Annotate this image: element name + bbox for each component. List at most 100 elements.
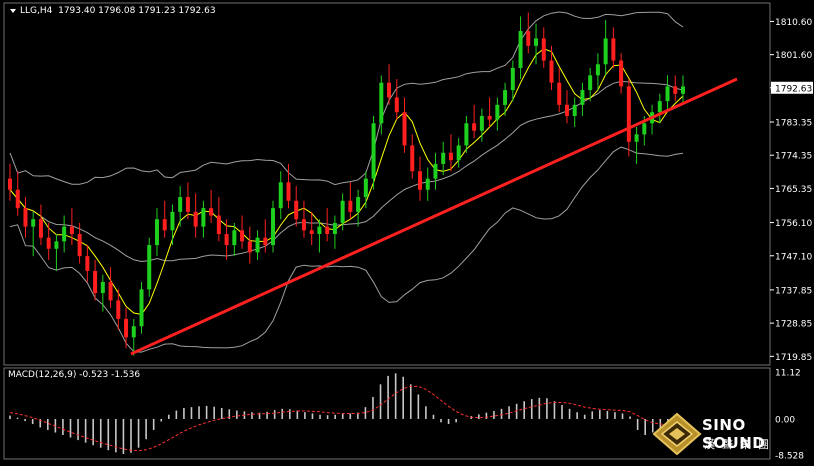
candle-body — [62, 226, 67, 242]
candle-body — [472, 123, 477, 131]
candle-body — [340, 200, 345, 223]
candle — [46, 222, 51, 260]
candle — [348, 182, 353, 220]
candle — [8, 163, 12, 201]
chart-frame — [3, 2, 771, 460]
candle-body — [93, 270, 98, 294]
candle — [15, 171, 20, 216]
candle-body — [595, 64, 600, 76]
candle — [472, 104, 477, 139]
candle-body — [441, 152, 446, 164]
candle-body — [271, 208, 276, 246]
candle — [247, 226, 252, 264]
candle — [178, 186, 183, 227]
candle-body — [665, 86, 670, 102]
candle-body — [456, 145, 461, 161]
candle-body — [348, 200, 353, 212]
candle-body — [240, 230, 245, 242]
candle-body — [626, 86, 631, 142]
candle — [402, 97, 407, 153]
candle — [580, 82, 585, 116]
candle — [557, 67, 562, 113]
candle-body — [619, 60, 624, 87]
candle — [673, 75, 678, 102]
candle-body — [603, 38, 608, 65]
candle-body — [510, 67, 515, 91]
candle — [425, 167, 430, 201]
candle-body — [23, 208, 28, 227]
candle — [154, 208, 159, 257]
bollinger-lower — [9, 146, 684, 353]
candle — [595, 53, 600, 91]
candle — [356, 189, 361, 227]
y-tick-label: 1783.35 — [775, 119, 812, 129]
macd-label: MACD(12,26,9) -0.523 -1.536 — [8, 370, 141, 380]
candle-body — [232, 230, 237, 246]
candle-body — [448, 152, 453, 161]
candle-body — [15, 189, 20, 209]
candle-body — [301, 219, 306, 231]
dropdown-triangle-icon[interactable] — [10, 8, 16, 13]
sino-sound-logo: SINO SOUND 漢聲集團 — [650, 408, 814, 462]
candle — [634, 126, 639, 164]
candle — [301, 200, 306, 238]
candle — [309, 211, 314, 246]
candle — [441, 141, 446, 175]
candle — [526, 12, 531, 54]
trendline-group — [130, 77, 738, 356]
candle-body — [518, 31, 523, 68]
logo-emblem-icon — [652, 412, 702, 456]
candle — [363, 171, 368, 209]
candle-body — [193, 211, 198, 227]
candle-body — [503, 90, 508, 105]
candle-body — [580, 90, 585, 105]
price-axis: 1810.60 1801.60 1792.63 1783.35 1774.35 1765.… — [770, 18, 813, 363]
candle-body — [673, 86, 678, 94]
candle-body — [38, 219, 43, 238]
candle — [31, 211, 36, 257]
candle-body — [139, 289, 144, 327]
candle-body — [147, 245, 152, 290]
y-tick-label: 1801.60 — [775, 51, 812, 61]
candle-body — [31, 219, 36, 227]
candle-body — [417, 171, 422, 190]
candle-body — [170, 211, 175, 231]
candle-body — [263, 237, 268, 246]
candle — [332, 215, 337, 249]
candle-body — [402, 112, 407, 146]
candle — [371, 115, 376, 190]
candle-body — [588, 75, 593, 91]
candle — [139, 281, 144, 334]
candle-body — [131, 326, 136, 338]
candle — [271, 200, 276, 253]
price-chart[interactable]: 1810.60 1801.60 1792.63 1783.35 1774.35 1765.… — [0, 0, 814, 462]
y-tick-label: 1719.85 — [775, 353, 812, 363]
candle — [495, 97, 500, 131]
candle-body — [255, 237, 260, 253]
candle — [549, 45, 554, 91]
candle-body — [681, 86, 685, 94]
candle-body — [534, 38, 539, 46]
candle-body — [433, 163, 438, 179]
candle-body — [216, 215, 221, 235]
candle — [216, 197, 221, 242]
candle-body — [77, 234, 82, 257]
y-tick-label: 1774.35 — [775, 152, 812, 162]
chart-canvas[interactable]: 1810.60 1801.60 1792.63 1783.35 1774.35 1765.… — [0, 0, 814, 462]
y-tick-label: 1810.60 — [775, 18, 812, 28]
macd-scale-label: 11.12 — [775, 369, 801, 379]
candle-body — [69, 226, 74, 235]
candle-body — [657, 101, 662, 113]
trendline[interactable] — [130, 77, 738, 356]
candle — [534, 23, 539, 65]
ohlc-values: 1793.40 1796.08 1791.23 1792.63 — [58, 6, 216, 16]
candle-body — [247, 241, 252, 253]
candle-body — [209, 208, 214, 216]
candle-body — [278, 182, 283, 209]
candle — [38, 204, 43, 246]
candle-body — [387, 82, 392, 98]
candle-body — [8, 178, 12, 190]
candle-body — [526, 31, 531, 46]
candle — [448, 134, 453, 172]
candle-body — [317, 226, 322, 235]
